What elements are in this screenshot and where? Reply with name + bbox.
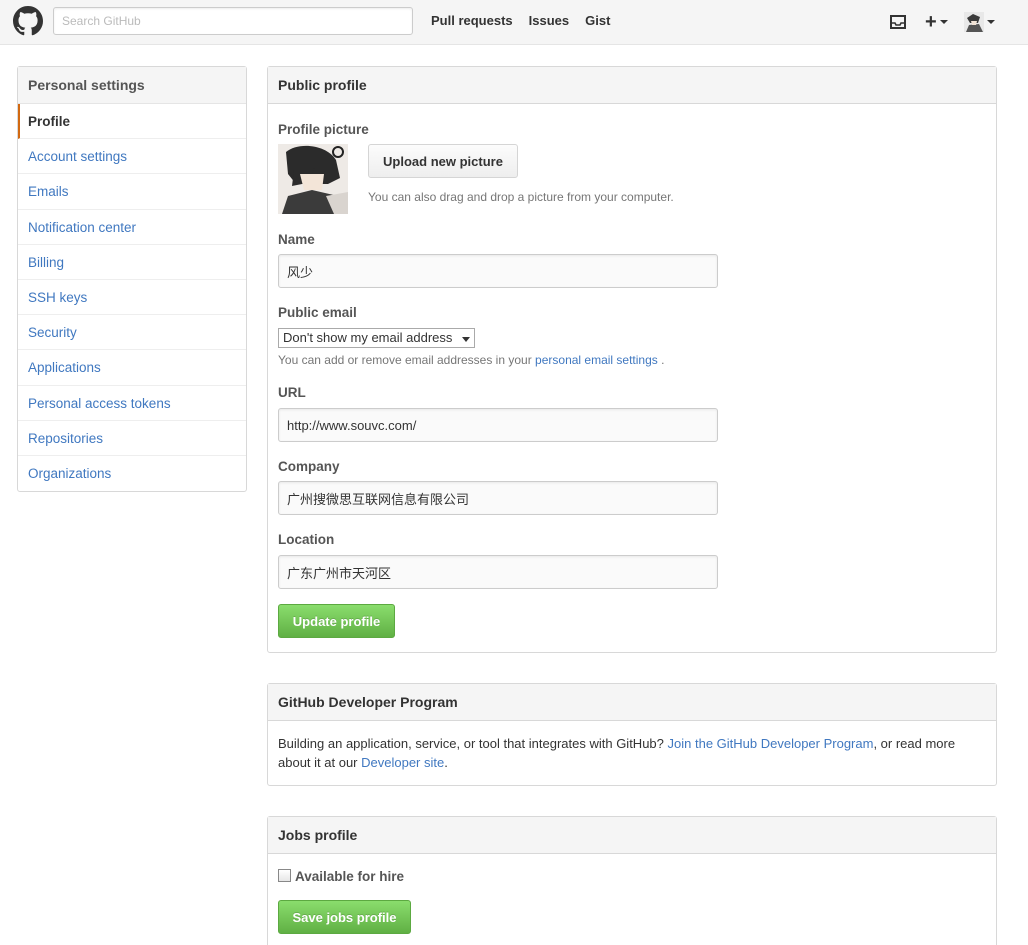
sidebar-item-billing[interactable]: Billing — [18, 245, 246, 280]
jobs-profile-body: Available for hire Save jobs profile — [268, 854, 996, 945]
user-menu-dropdown[interactable] — [964, 10, 995, 34]
top-nav: Pull requests Issues Gist — [431, 13, 626, 29]
nav-pull-requests[interactable]: Pull requests — [431, 13, 513, 29]
top-header: Pull requests Issues Gist + — [0, 0, 1028, 45]
location-field[interactable] — [278, 555, 718, 589]
inbox-icon — [890, 15, 906, 29]
company-label: Company — [278, 459, 340, 474]
name-label: Name — [278, 232, 315, 247]
email-note-text: You can add or remove email addresses in… — [278, 353, 532, 367]
upload-note: You can also drag and drop a picture fro… — [368, 190, 674, 204]
company-field[interactable] — [278, 481, 718, 515]
sidebar-item-organizations[interactable]: Organizations — [18, 456, 246, 491]
email-note: You can add or remove email addresses in… — [278, 353, 664, 367]
url-label: URL — [278, 385, 306, 400]
available-for-hire-checkbox[interactable] — [278, 869, 291, 882]
sidebar-item-personal-access-tokens[interactable]: Personal access tokens — [18, 386, 246, 421]
public-profile-panel: Public profile Profile picture Upload ne… — [267, 66, 997, 653]
nav-gist[interactable]: Gist — [585, 13, 610, 29]
github-logo-icon[interactable] — [13, 6, 43, 36]
developer-program-text: Building an application, service, or too… — [278, 734, 978, 772]
developer-site-link[interactable]: Developer site — [361, 755, 444, 770]
upload-picture-button[interactable]: Upload new picture — [368, 144, 518, 178]
email-note-end: . — [661, 353, 665, 367]
developer-text: Building an application, service, or too… — [278, 736, 664, 751]
chevron-down-icon — [987, 20, 995, 24]
sidebar-item-security[interactable]: Security — [18, 315, 246, 351]
plus-icon: + — [925, 11, 937, 33]
public-profile-title: Public profile — [268, 67, 996, 104]
create-new-dropdown[interactable]: + — [925, 10, 948, 34]
public-email-label: Public email — [278, 305, 357, 320]
search-input[interactable] — [53, 7, 413, 35]
available-for-hire-label[interactable]: Available for hire — [295, 869, 404, 884]
nav-issues[interactable]: Issues — [529, 13, 569, 29]
sidebar-item-applications[interactable]: Applications — [18, 350, 246, 386]
sidebar-item-repositories[interactable]: Repositories — [18, 421, 246, 456]
join-developer-program-link[interactable]: Join the GitHub Developer Program — [668, 736, 874, 751]
chevron-down-icon — [939, 20, 948, 24]
name-field[interactable] — [278, 254, 718, 288]
sidebar-item-profile[interactable]: Profile — [18, 104, 246, 140]
settings-sidebar: Personal settings Profile Account settin… — [17, 66, 247, 493]
sidebar-item-account-settings[interactable]: Account settings — [18, 139, 246, 175]
location-label: Location — [278, 532, 335, 547]
public-email-select[interactable]: Don't show my email address — [278, 328, 475, 348]
chevron-down-icon — [462, 337, 470, 342]
update-profile-button[interactable]: Update profile — [278, 604, 395, 638]
sidebar-heading: Personal settings — [18, 67, 246, 104]
url-field[interactable] — [278, 408, 718, 442]
jobs-profile-title: Jobs profile — [268, 817, 996, 854]
sidebar-item-notification-center[interactable]: Notification center — [18, 210, 246, 245]
sidebar-item-ssh-keys[interactable]: SSH keys — [18, 280, 246, 316]
developer-program-title: GitHub Developer Program — [268, 684, 996, 721]
profile-picture — [278, 144, 348, 214]
save-jobs-profile-button[interactable]: Save jobs profile — [278, 900, 411, 934]
jobs-profile-panel: Jobs profile Available for hire Save job… — [267, 816, 997, 945]
sidebar-item-emails[interactable]: Emails — [18, 174, 246, 210]
developer-text-end: . — [444, 755, 448, 770]
profile-picture-label: Profile picture — [278, 122, 369, 137]
personal-email-settings-link[interactable]: personal email settings — [535, 353, 658, 367]
developer-program-panel: GitHub Developer Program Building an app… — [267, 683, 997, 786]
public-email-selected: Don't show my email address — [283, 330, 453, 345]
notifications-button[interactable] — [890, 10, 906, 34]
avatar — [964, 12, 984, 32]
